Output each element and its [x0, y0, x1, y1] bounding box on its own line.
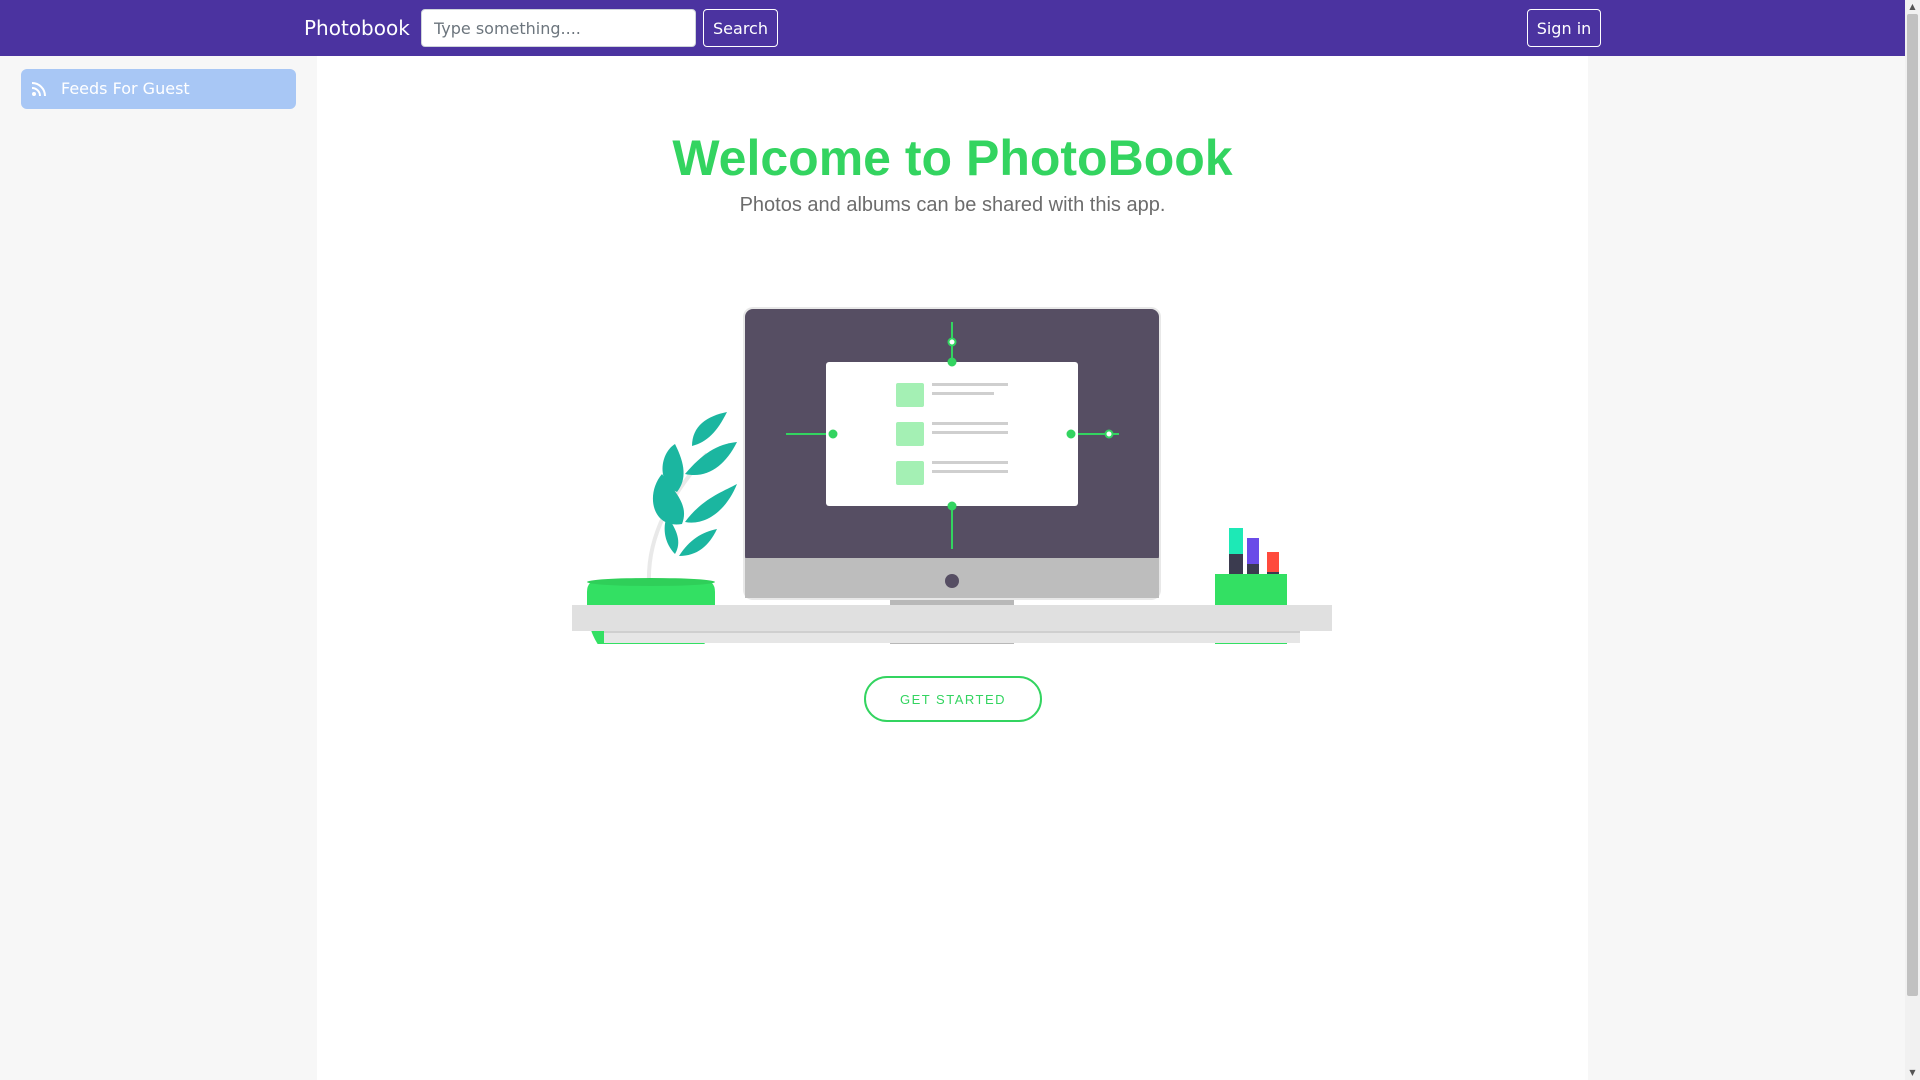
top-navbar: Photobook Search Sign in: [0, 0, 1905, 56]
desk: [572, 605, 1332, 631]
rss-icon: [30, 80, 48, 98]
sidebar-item-label: Feeds For Guest: [61, 79, 190, 98]
get-started-button[interactable]: GET STARTED: [864, 676, 1042, 722]
scroll-up-arrow-icon[interactable]: ▲: [1905, 0, 1920, 14]
page-subtitle: Photos and albums can be shared with thi…: [739, 194, 1166, 216]
sidebar-item-feeds-for-guest[interactable]: Feeds For Guest: [21, 69, 296, 109]
scrollbar-thumb[interactable]: [1907, 14, 1918, 996]
main-content: Welcome to PhotoBook Photos and albums c…: [317, 56, 1588, 1080]
brand-logo[interactable]: Photobook: [304, 14, 410, 42]
page-title: Welcome to PhotoBook: [672, 130, 1233, 186]
sign-in-button[interactable]: Sign in: [1527, 9, 1601, 47]
search-button[interactable]: Search: [703, 9, 778, 47]
right-gutter: [1588, 56, 1905, 1080]
vertical-scrollbar[interactable]: ▲ ▼: [1905, 0, 1920, 1080]
desk-shadow: [604, 631, 1300, 643]
screen-card: [826, 362, 1078, 506]
sidebar: Feeds For Guest: [0, 56, 317, 1080]
scroll-down-arrow-icon[interactable]: ▼: [1905, 1066, 1920, 1080]
desk-computer-illustration: [587, 307, 1287, 644]
search-input[interactable]: [421, 9, 696, 47]
